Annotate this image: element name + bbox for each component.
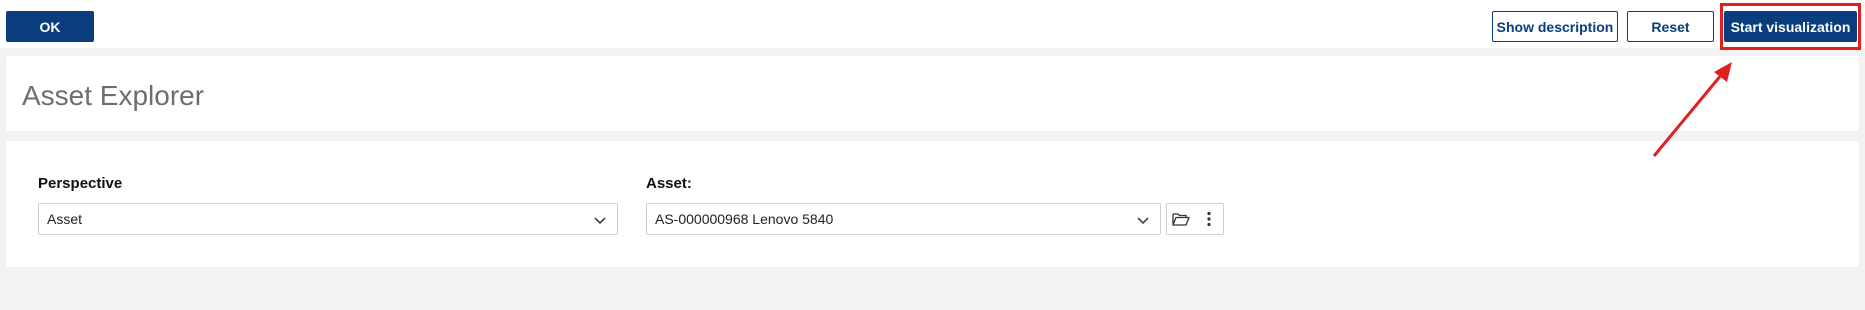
- annotation-arrow-icon: [1652, 62, 1732, 157]
